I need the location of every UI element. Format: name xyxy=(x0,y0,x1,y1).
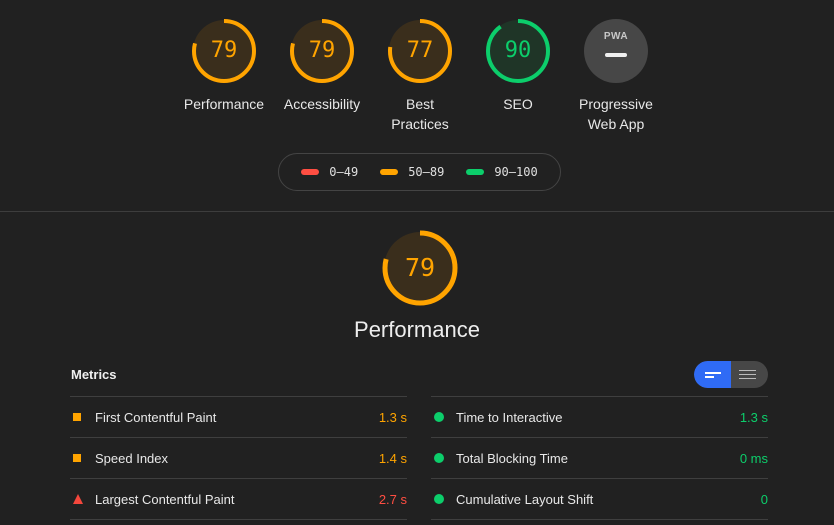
green-circle-icon xyxy=(434,412,444,422)
gauge-label: Progressive Web App xyxy=(579,94,653,134)
metric-value: 2.7 s xyxy=(378,492,407,507)
green-circle-icon xyxy=(434,494,444,504)
section-divider xyxy=(0,211,834,212)
metric-name: Time to Interactive xyxy=(456,410,563,425)
metric-name: Speed Index xyxy=(95,451,169,466)
gauge-label-line: Best xyxy=(405,96,434,112)
metric-row: Time to Interactive 1.3 s xyxy=(431,396,768,437)
legend-range: 0–49 xyxy=(329,165,359,179)
compact-view-icon[interactable] xyxy=(694,361,731,388)
metric-value: 1.4 s xyxy=(378,451,407,466)
gauge-score: 79 xyxy=(308,38,336,63)
pwa-badge: PWA xyxy=(584,19,648,83)
legend-range: 50–89 xyxy=(408,165,445,179)
metric-row: Cumulative Layout Shift 0 xyxy=(431,478,768,520)
gauge-label: Accessibility xyxy=(284,94,360,114)
legend-swatch xyxy=(466,169,485,175)
metric-value: 1.3 s xyxy=(378,410,407,425)
gauge-score: 77 xyxy=(406,38,434,63)
orange-square-icon xyxy=(73,413,81,421)
metrics-column-left: First Contentful Paint 1.3 s Speed Index… xyxy=(70,396,407,520)
orange-square-icon xyxy=(73,454,81,462)
gauge-score: 90 xyxy=(504,38,532,63)
metric-value: 1.3 s xyxy=(739,410,768,425)
gauge-ring: 90 xyxy=(485,18,551,84)
metric-row: Speed Index 1.4 s xyxy=(70,437,407,478)
pwa-logo-icon: PWA xyxy=(603,31,629,42)
gauge-best-practices[interactable]: 77 Best Practices xyxy=(371,18,469,134)
metric-name: Total Blocking Time xyxy=(456,451,568,466)
metrics-column-right: Time to Interactive 1.3 s Total Blocking… xyxy=(431,396,768,520)
metric-name: First Contentful Paint xyxy=(95,410,217,425)
metric-name: Largest Contentful Paint xyxy=(95,492,235,507)
metric-value: 0 ms xyxy=(739,451,768,466)
legend-item-average: 50–89 xyxy=(380,165,444,179)
metric-name: Cumulative Layout Shift xyxy=(456,492,594,507)
metrics-heading: Metrics xyxy=(71,367,117,382)
performance-gauge: 79 xyxy=(382,230,458,306)
performance-score: 79 xyxy=(404,253,436,282)
metric-value: 0 xyxy=(760,492,768,507)
gauge-pwa[interactable]: PWA Progressive Web App xyxy=(567,18,665,134)
gauge-label-line: Practices xyxy=(391,116,449,132)
gauge-label-line: SEO xyxy=(503,96,533,112)
legend-item-pass: 90–100 xyxy=(466,165,538,179)
metric-row: Total Blocking Time 0 ms xyxy=(431,437,768,478)
red-triangle-icon xyxy=(73,494,83,504)
gauge-label: Best Practices xyxy=(391,94,449,134)
legend-swatch xyxy=(301,169,320,175)
legend-swatch xyxy=(380,169,399,175)
toggle-bar xyxy=(705,372,721,374)
gauge-ring: 77 xyxy=(387,18,453,84)
category-gauges: 79 Performance 79 Accessibility 77 Best xyxy=(175,18,665,134)
gauge-ring: 79 xyxy=(191,18,257,84)
gauge-seo[interactable]: 90 SEO xyxy=(469,18,567,134)
toggle-line xyxy=(739,374,756,375)
gauge-performance[interactable]: 79 Performance xyxy=(175,18,273,134)
gauge-label: Performance xyxy=(184,94,264,114)
metric-row: Largest Contentful Paint 2.7 s xyxy=(70,478,407,520)
gauge-label-line: Performance xyxy=(183,96,265,112)
performance-title: Performance xyxy=(354,317,480,342)
pwa-dash-icon xyxy=(605,53,627,57)
gauge-accessibility[interactable]: 79 Accessibility xyxy=(273,18,371,134)
metrics-view-toggle[interactable] xyxy=(694,361,768,388)
legend-item-fail: 0–49 xyxy=(301,165,358,179)
gauge-ring: 79 xyxy=(289,18,355,84)
toggle-line xyxy=(739,378,756,379)
score-legend: 0–49 50–89 90–100 xyxy=(278,153,561,191)
gauge-label: SEO xyxy=(503,94,533,114)
gauge-label-line: Progressive xyxy=(579,96,653,112)
gauge-label-line: Accessibility xyxy=(283,96,361,112)
metric-row: First Contentful Paint 1.3 s xyxy=(70,396,407,437)
toggle-line xyxy=(739,370,756,371)
green-circle-icon xyxy=(434,453,444,463)
legend-range: 90–100 xyxy=(494,165,538,179)
gauge-score: 79 xyxy=(210,38,238,63)
toggle-bar xyxy=(705,376,714,378)
gauge-label-line: Web App xyxy=(587,116,645,132)
